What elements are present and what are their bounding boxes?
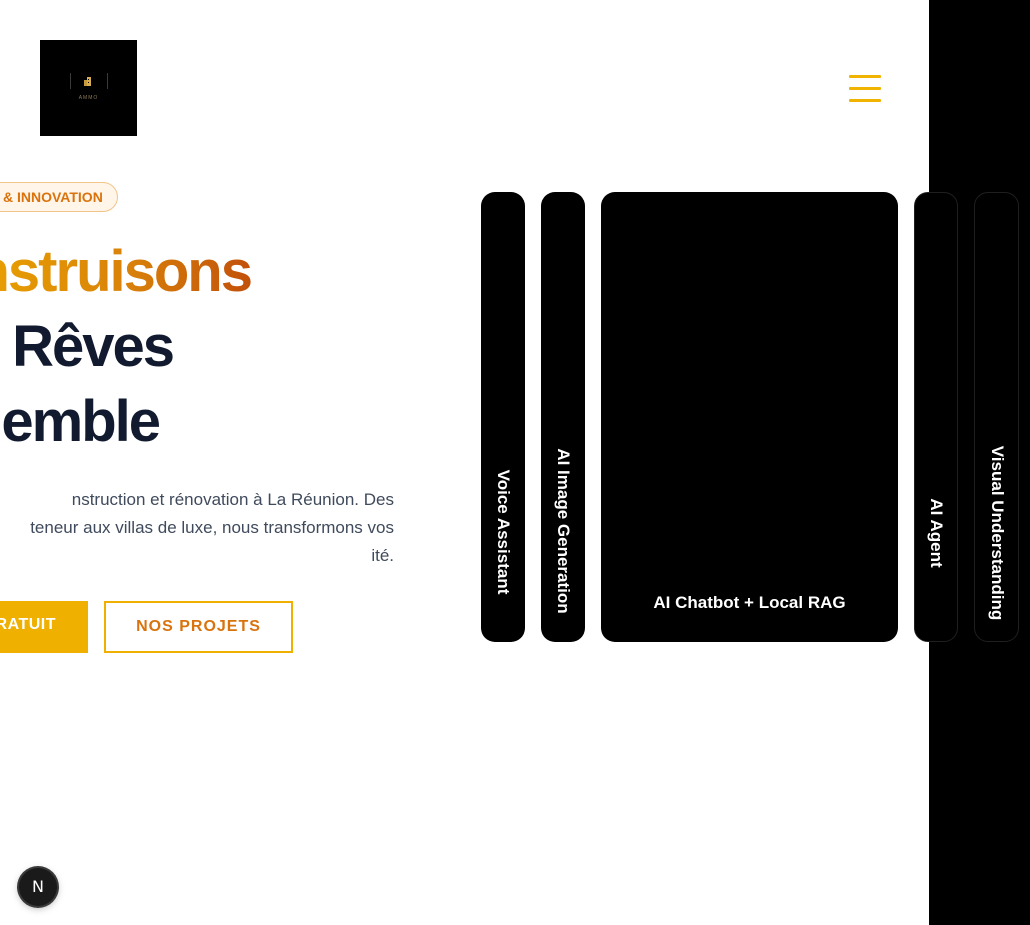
hamburger-menu-icon[interactable] bbox=[845, 72, 885, 104]
hero-title-line-3: emble bbox=[1, 389, 161, 454]
card-label-ai-agent: AI Agent bbox=[927, 498, 946, 568]
page: AMMO & INNOVATION nstruisons Rêves emble… bbox=[0, 0, 1030, 925]
free-quote-button[interactable]: RATUIT bbox=[0, 601, 88, 653]
hero-title-line-1: nstruisons bbox=[0, 237, 253, 307]
hero-description-line-2: teneur aux villas de luxe, nous transfor… bbox=[30, 518, 394, 537]
hero-description: nstruction et rénovation à La Réunion. D… bbox=[30, 486, 394, 570]
card-ai-image-generation[interactable]: AI Image Generation bbox=[541, 192, 585, 642]
card-visual-understanding[interactable]: Visual Understanding bbox=[974, 192, 1019, 642]
card-label-ai-image-generation: AI Image Generation bbox=[554, 448, 573, 614]
card-label-ai-chatbot-local-rag: AI Chatbot + Local RAG bbox=[653, 593, 846, 612]
card-voice-assistant[interactable]: Voice Assistant bbox=[481, 192, 525, 642]
logo-text: AMMO bbox=[78, 95, 99, 101]
nextjs-icon[interactable]: N bbox=[19, 868, 57, 906]
hero-description-line-1: nstruction et rénovation à La Réunion. D… bbox=[71, 490, 394, 509]
card-label-voice-assistant: Voice Assistant bbox=[494, 469, 513, 595]
hero-badge: & INNOVATION bbox=[0, 182, 118, 212]
hero-description-line-3: ité. bbox=[371, 546, 394, 565]
logo[interactable]: AMMO bbox=[40, 40, 137, 136]
nextjs-letter: N bbox=[32, 877, 44, 896]
hero-title-line-2: Rêves bbox=[12, 314, 175, 379]
building-icon bbox=[84, 77, 91, 86]
card-label-visual-understanding: Visual Understanding bbox=[987, 445, 1007, 621]
card-ai-chatbot-local-rag[interactable]: AI Chatbot + Local RAG bbox=[601, 192, 898, 642]
projects-button[interactable]: NOS PROJETS bbox=[104, 601, 293, 653]
card-ai-agent[interactable]: AI Agent bbox=[914, 192, 958, 642]
